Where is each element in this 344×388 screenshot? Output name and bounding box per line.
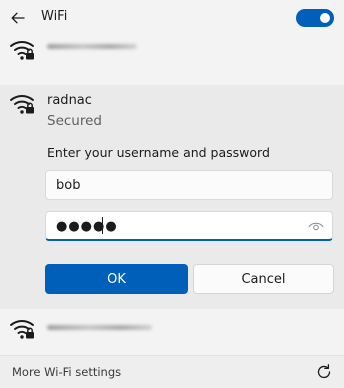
wifi-locked-icon — [10, 95, 34, 114]
password-field[interactable]: ●●●●● — [45, 211, 333, 241]
toggle-knob — [320, 13, 330, 23]
password-input[interactable]: ●●●●● — [56, 219, 118, 234]
credentials-prompt: Enter your username and password — [47, 145, 270, 160]
username-input[interactable] — [56, 176, 296, 194]
obscured-network-name — [47, 325, 152, 330]
text-caret — [102, 217, 103, 234]
cancel-button[interactable]: Cancel — [193, 264, 334, 294]
footer: More Wi-Fi settings — [0, 355, 344, 388]
wifi-locked-icon — [10, 41, 34, 60]
refresh-icon[interactable] — [315, 363, 333, 381]
page-title: WiFi — [41, 9, 68, 24]
ok-button[interactable]: OK — [45, 264, 188, 294]
network-item[interactable] — [0, 309, 344, 355]
network-name: radnac — [47, 93, 92, 108]
network-status: Secured — [47, 113, 102, 129]
wifi-toggle[interactable] — [296, 9, 334, 27]
network-item[interactable] — [0, 36, 344, 85]
obscured-network-name — [47, 44, 137, 49]
reveal-password-icon[interactable] — [308, 220, 324, 232]
more-wifi-settings-link[interactable]: More Wi-Fi settings — [12, 365, 121, 379]
username-field[interactable] — [45, 170, 333, 200]
wifi-header: WiFi — [0, 0, 344, 36]
back-arrow-icon[interactable] — [8, 8, 28, 28]
wifi-locked-icon — [10, 320, 34, 339]
